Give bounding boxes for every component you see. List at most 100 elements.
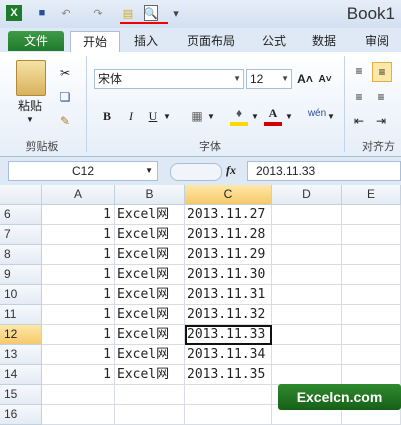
- format-painter-icon[interactable]: ✎: [56, 112, 74, 130]
- cell-d-row[interactable]: [272, 305, 342, 325]
- cell-b-row[interactable]: Excel网: [115, 365, 185, 385]
- cell-c-row[interactable]: 2013.11.35: [185, 365, 272, 385]
- cell-d-row[interactable]: [272, 225, 342, 245]
- cell-a-row[interactable]: 1: [42, 205, 115, 225]
- print-preview-icon[interactable]: 🔍: [144, 5, 158, 21]
- tab-review[interactable]: 审阅: [356, 31, 398, 51]
- paste-button[interactable]: 粘贴: [10, 96, 50, 114]
- undo-icon[interactable]: ↶: [58, 5, 74, 21]
- column-header-a[interactable]: A: [42, 185, 115, 205]
- align-top-icon[interactable]: ≡: [350, 62, 368, 80]
- row-header[interactable]: 14: [0, 365, 42, 385]
- cell-e-row[interactable]: [342, 325, 401, 345]
- cell-e-row[interactable]: [342, 365, 401, 385]
- cell-c-row[interactable]: [185, 405, 272, 425]
- row-header[interactable]: 16: [0, 405, 42, 425]
- shrink-font-icon[interactable]: A˅: [316, 69, 334, 89]
- row-header[interactable]: 6: [0, 205, 42, 225]
- cell-c-row[interactable]: 2013.11.34: [185, 345, 272, 365]
- underline-button[interactable]: U: [144, 106, 162, 126]
- cell-e-row[interactable]: [342, 245, 401, 265]
- cell-b-row[interactable]: Excel网: [115, 205, 185, 225]
- grow-font-icon[interactable]: A˄: [296, 69, 314, 89]
- cell-e-row[interactable]: [342, 265, 401, 285]
- cell-c-row[interactable]: 2013.11.32: [185, 305, 272, 325]
- cell-e-row[interactable]: [342, 225, 401, 245]
- column-header-d[interactable]: D: [272, 185, 342, 205]
- cell-d-row[interactable]: [272, 325, 342, 345]
- chevron-down-icon[interactable]: ▼: [145, 162, 153, 180]
- cell-b-row[interactable]: [115, 385, 185, 405]
- chevron-down-icon[interactable]: ▼: [326, 106, 336, 126]
- open-folder-icon[interactable]: ▤: [120, 5, 136, 21]
- formula-input[interactable]: 2013.11.33: [247, 161, 401, 181]
- chevron-down-icon[interactable]: ▼: [162, 106, 172, 126]
- paste-dropdown-icon[interactable]: ▼: [24, 114, 36, 124]
- cell-d-row[interactable]: [272, 265, 342, 285]
- redo-icon[interactable]: ↷: [90, 5, 106, 21]
- cut-icon[interactable]: ✂: [56, 64, 74, 82]
- cell-a-row[interactable]: 1: [42, 285, 115, 305]
- tab-home[interactable]: 开始: [70, 31, 120, 53]
- copy-icon[interactable]: ❏: [56, 88, 74, 106]
- select-all-corner[interactable]: [0, 185, 42, 205]
- fill-color-icon[interactable]: ♦: [230, 104, 248, 126]
- cell-b-row[interactable]: Excel网: [115, 345, 185, 365]
- cell-e-row[interactable]: [342, 285, 401, 305]
- font-size-select[interactable]: 12 ▼: [246, 69, 292, 89]
- cell-b-row[interactable]: Excel网: [115, 285, 185, 305]
- name-box[interactable]: C12 ▼: [8, 161, 158, 181]
- chevron-down-icon[interactable]: ▼: [284, 106, 294, 126]
- chevron-down-icon[interactable]: ▼: [206, 106, 216, 126]
- customize-toolbar-icon[interactable]: ▾: [168, 5, 184, 21]
- cell-d-row[interactable]: [272, 345, 342, 365]
- cell-a-row[interactable]: [42, 405, 115, 425]
- cell-d-row[interactable]: [272, 205, 342, 225]
- cell-e-row[interactable]: [342, 205, 401, 225]
- cell-a-row[interactable]: 1: [42, 225, 115, 245]
- cell-e-row[interactable]: [342, 305, 401, 325]
- cell-c-row[interactable]: [185, 385, 272, 405]
- align-center-icon[interactable]: ≡: [372, 88, 390, 106]
- excel-logo-icon[interactable]: X: [6, 5, 22, 21]
- row-header[interactable]: 15: [0, 385, 42, 405]
- indent-decrease-icon[interactable]: ⇤: [350, 112, 368, 130]
- cell-c-row[interactable]: 2013.11.27: [185, 205, 272, 225]
- cell-b-row[interactable]: Excel网: [115, 265, 185, 285]
- phonetic-icon[interactable]: wén: [306, 102, 328, 126]
- cell-a-row[interactable]: 1: [42, 325, 115, 345]
- row-header[interactable]: 12: [0, 325, 42, 345]
- tab-file[interactable]: 文件: [8, 31, 64, 51]
- cell-b-row[interactable]: Excel网: [115, 225, 185, 245]
- font-name-select[interactable]: 宋体 ▼: [94, 69, 244, 89]
- row-header[interactable]: 8: [0, 245, 42, 265]
- cell-a-row[interactable]: 1: [42, 345, 115, 365]
- tab-data[interactable]: 数据: [304, 31, 344, 51]
- cell-b-row[interactable]: Excel网: [115, 245, 185, 265]
- cell-c-row[interactable]: 2013.11.31: [185, 285, 272, 305]
- save-icon[interactable]: ■: [34, 5, 50, 21]
- row-header[interactable]: 11: [0, 305, 42, 325]
- tab-insert[interactable]: 插入: [126, 31, 166, 51]
- cell-c-row[interactable]: 2013.11.28: [185, 225, 272, 245]
- cell-a-row[interactable]: 1: [42, 245, 115, 265]
- row-header[interactable]: 9: [0, 265, 42, 285]
- insert-function-icon[interactable]: fx: [226, 163, 236, 178]
- cell-d-row[interactable]: [272, 285, 342, 305]
- cell-a-row[interactable]: [42, 385, 115, 405]
- tab-formulas[interactable]: 公式: [254, 31, 294, 51]
- cell-d-row[interactable]: [272, 365, 342, 385]
- cell-c-row[interactable]: 2013.11.33: [185, 325, 272, 345]
- cell-c-row[interactable]: 2013.11.29: [185, 245, 272, 265]
- font-color-icon[interactable]: A: [264, 104, 282, 126]
- bold-button[interactable]: B: [98, 106, 116, 126]
- tab-page-layout[interactable]: 页面布局: [178, 31, 244, 51]
- cell-c-row[interactable]: 2013.11.30: [185, 265, 272, 285]
- align-left-icon[interactable]: ≡: [350, 88, 368, 106]
- column-header-c[interactable]: C: [185, 185, 272, 205]
- cell-a-row[interactable]: 1: [42, 305, 115, 325]
- borders-icon[interactable]: ▦: [188, 106, 206, 126]
- cell-b-row[interactable]: Excel网: [115, 325, 185, 345]
- cell-b-row[interactable]: Excel网: [115, 305, 185, 325]
- cell-b-row[interactable]: [115, 405, 185, 425]
